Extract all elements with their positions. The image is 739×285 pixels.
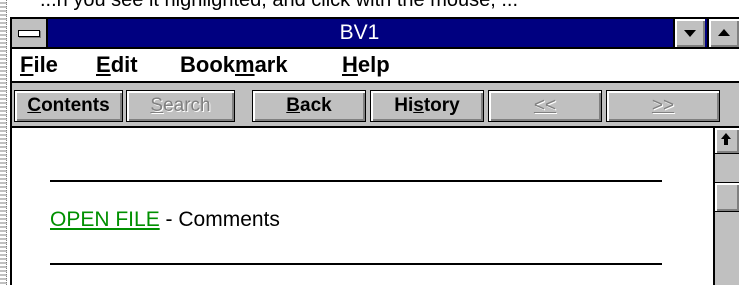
vertical-scrollbar[interactable]: [713, 128, 739, 285]
menu-file[interactable]: File: [20, 52, 58, 78]
background-text-snippet: ...n you see it highlighted, and click w…: [40, 0, 519, 11]
help-topic-content: OPEN FILE - Comments: [12, 128, 739, 285]
scroll-track[interactable]: [715, 154, 739, 285]
open-file-link[interactable]: OPEN FILE: [50, 208, 160, 231]
contents-label: ontents: [41, 95, 110, 116]
system-menu-icon: [18, 30, 40, 37]
scroll-up-button[interactable]: [715, 128, 739, 154]
menu-edit[interactable]: Edit: [96, 52, 138, 78]
history-label: tory: [423, 95, 460, 116]
screen: ...n you see it highlighted, and click w…: [0, 0, 739, 285]
entry-description: - Comments: [159, 208, 280, 231]
menu-bookmark[interactable]: Bookmark: [180, 52, 288, 78]
search-button[interactable]: Search: [126, 90, 235, 122]
background-window-edge: [0, 0, 7, 285]
history-label-pre: Hi: [394, 95, 414, 116]
search-accel: S: [150, 95, 164, 116]
menu-bar: File Edit Bookmark Help: [12, 49, 739, 83]
menu-file-label: ile: [33, 52, 58, 77]
contents-button[interactable]: Contents: [14, 90, 123, 122]
minimize-button[interactable]: [673, 19, 705, 47]
divider-top: [50, 180, 662, 182]
history-accel: s: [413, 95, 424, 116]
help-window: BV1 File Edit Bookmark Help Contents Sea…: [10, 17, 739, 285]
menu-help-accel: H: [342, 52, 358, 77]
menu-help-label: elp: [357, 52, 390, 77]
minimize-arrow-icon: [684, 30, 696, 37]
search-label: earch: [163, 95, 211, 116]
back-label: ack: [300, 95, 332, 116]
menu-file-accel: F: [20, 52, 34, 77]
browse-back-label: <<: [533, 95, 557, 116]
menu-bookmark-accel: m: [235, 52, 255, 77]
menu-help[interactable]: Help: [342, 52, 390, 78]
button-bar: Contents Search Back History << >>: [12, 83, 739, 128]
scroll-up-arrow-stem: [724, 139, 728, 145]
system-menu-button[interactable]: [12, 19, 48, 47]
history-button[interactable]: History: [370, 90, 484, 122]
browse-back-button[interactable]: <<: [488, 90, 602, 122]
maximize-arrow-icon: [718, 29, 730, 36]
back-button[interactable]: Back: [252, 90, 366, 122]
contents-accel: C: [27, 95, 42, 116]
browse-forward-label: >>: [651, 95, 675, 116]
menu-edit-label: dit: [110, 52, 138, 77]
menu-bookmark-label: ark: [254, 52, 288, 77]
maximize-button[interactable]: [707, 19, 739, 47]
window-title: BV1: [339, 21, 380, 44]
menu-edit-accel: E: [96, 52, 111, 77]
title-bar[interactable]: BV1: [12, 19, 739, 49]
back-accel: B: [286, 95, 301, 116]
scroll-thumb[interactable]: [715, 182, 739, 212]
divider-bottom: [50, 263, 662, 265]
topic-entry: OPEN FILE - Comments: [50, 207, 280, 233]
browse-forward-button[interactable]: >>: [606, 90, 720, 122]
menu-bookmark-label-pre: Book: [180, 52, 235, 77]
